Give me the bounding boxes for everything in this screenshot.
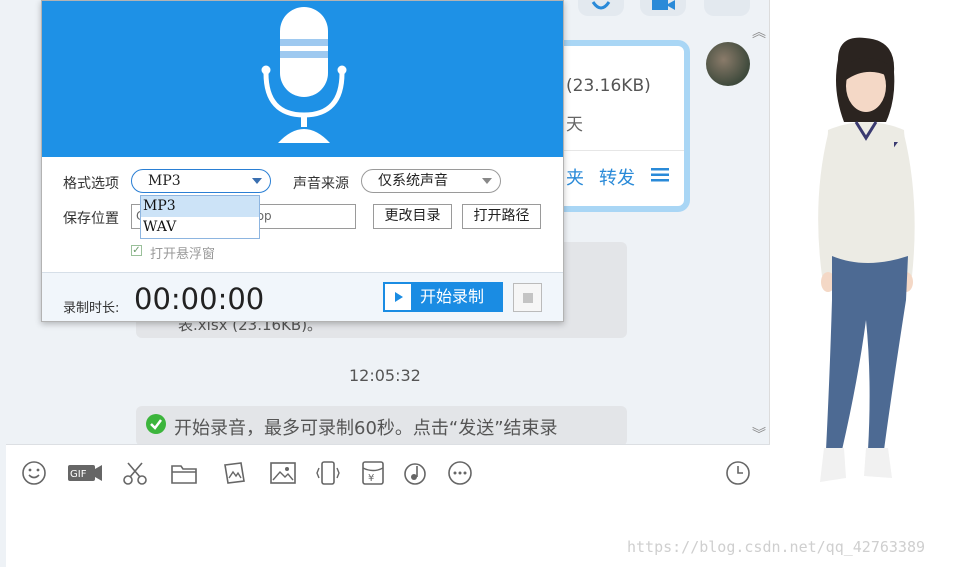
forward-link[interactable]: 转发 (599, 164, 635, 190)
shake-icon[interactable] (315, 460, 341, 486)
more-apps-button[interactable] (704, 0, 750, 16)
float-window-checkbox[interactable]: ✓ (131, 245, 142, 256)
menu-icon[interactable] (651, 168, 669, 182)
scroll-up-icon[interactable]: ︽ (752, 22, 766, 42)
chevron-down-icon (482, 178, 492, 184)
avatar[interactable] (706, 42, 750, 86)
start-recording-button[interactable]: 开始录制 (383, 282, 503, 312)
svg-text:¥: ¥ (368, 473, 374, 484)
play-icon-box (385, 284, 411, 310)
float-window-label: 打开悬浮窗 (150, 247, 216, 262)
stop-icon (523, 293, 533, 303)
video-camera-icon (652, 0, 675, 10)
format-selected-value: MP3 (148, 173, 181, 189)
scissors-icon[interactable] (122, 460, 148, 486)
divider (546, 150, 684, 151)
folder-icon[interactable] (171, 460, 197, 486)
scroll-down-icon[interactable]: ︾ (752, 424, 766, 444)
source-selected-value: 仅系统声音 (378, 173, 448, 189)
duration-label: 录制时长: (63, 301, 120, 316)
format-dropdown-list: MP3 WAV (140, 195, 260, 239)
watermark: https://blog.csdn.net/qq_42763389 (627, 538, 926, 556)
video-call-button[interactable] (640, 0, 686, 16)
gif-icon[interactable]: GIF (67, 460, 103, 486)
check-icon (146, 414, 166, 434)
microphone-icon (261, 7, 347, 143)
red-packet-icon[interactable]: ¥ (360, 460, 386, 486)
phone-icon (591, 1, 611, 10)
dropdown-option-mp3[interactable]: MP3 (141, 196, 259, 217)
play-icon (395, 292, 403, 302)
image-edit-icon[interactable] (221, 460, 247, 486)
chevron-down-icon (252, 178, 262, 184)
character-illustration (818, 37, 915, 482)
start-recording-label: 开始录制 (420, 287, 485, 306)
source-label: 声音来源 (293, 176, 349, 192)
message-timestamp: 12:05:32 (349, 366, 421, 385)
voice-call-button[interactable] (578, 0, 624, 16)
more-icon[interactable] (447, 460, 473, 486)
record-notice-text: 开始录音，最多可录制60秒。点击“发送”结束录 (174, 418, 558, 439)
save-location-label: 保存位置 (63, 211, 119, 227)
emoji-icon[interactable] (21, 460, 47, 486)
format-label: 格式选项 (63, 176, 119, 192)
music-icon[interactable] (402, 460, 428, 486)
open-path-button[interactable]: 打开路径 (462, 204, 541, 229)
history-clock-icon[interactable] (725, 460, 751, 486)
duration-value: 00:00:00 (134, 282, 265, 316)
file-size: (23.16KB) (566, 76, 651, 96)
stop-recording-button[interactable] (513, 283, 542, 312)
file-expiry: 天 (566, 115, 583, 135)
change-directory-button[interactable]: 更改目录 (373, 204, 452, 229)
open-folder-link[interactable]: 夹 (566, 164, 584, 190)
dropdown-option-wav[interactable]: WAV (141, 217, 259, 238)
svg-text:GIF: GIF (70, 469, 87, 480)
recorder-header (42, 1, 563, 157)
format-select[interactable]: MP3 (131, 169, 271, 193)
image-icon[interactable] (270, 460, 296, 486)
source-select[interactable]: 仅系统声音 (361, 169, 501, 193)
